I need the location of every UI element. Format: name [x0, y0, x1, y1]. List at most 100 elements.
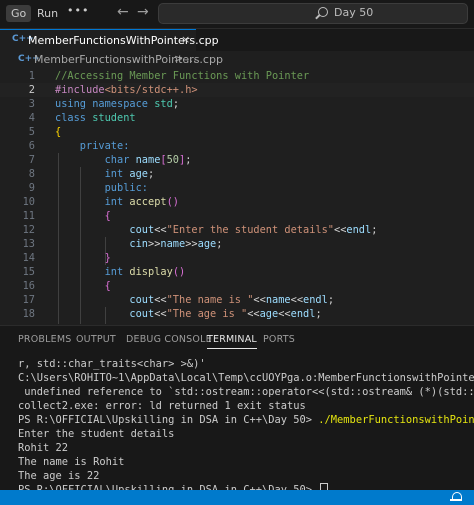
code-token: //Accessing Member Functions with Pointe… — [55, 70, 310, 82]
code-line[interactable]: 2 #include<bits/stdc++.h> — [0, 83, 474, 97]
code-text: { — [55, 209, 111, 223]
terminal-output[interactable]: r, std::char_traits<char> >&)' C:\Users\R… — [0, 357, 474, 491]
line-number: 1 — [28, 70, 35, 82]
code-token: ; — [172, 98, 180, 110]
code-token: age — [197, 238, 217, 250]
code-line[interactable]: 14 } — [0, 251, 474, 265]
line-number: 3 — [28, 98, 35, 110]
breadcrumb-more[interactable]: ... — [186, 52, 197, 65]
code-token: endl — [303, 294, 328, 306]
code-token: << — [253, 294, 266, 306]
code-token: ; — [371, 224, 378, 236]
line-number: 15 — [22, 266, 35, 278]
code-token: << — [247, 308, 260, 320]
tab-ports[interactable]: PORTS — [263, 334, 295, 345]
code-line[interactable]: 10 int accept() — [0, 195, 474, 209]
code-token: ; — [185, 154, 192, 166]
code-token: int — [55, 168, 130, 180]
status-bar — [0, 490, 474, 505]
code-line[interactable]: 4 class student — [0, 111, 474, 125]
command-center-search[interactable]: Day 50 — [158, 3, 468, 24]
code-token: { — [55, 126, 62, 138]
code-token: << — [334, 224, 347, 236]
code-line[interactable]: 17 cout<<"The name is "<<name<<endl; — [0, 293, 474, 307]
code-token: { — [55, 280, 111, 292]
tab-member-functions-with-pointers[interactable]: C++ MemberFunctionsWithPointers.cpp × — [0, 29, 219, 52]
terminal-text: r, std::char_traits<char> >&)' — [18, 358, 206, 370]
code-line[interactable]: 13 cin>>name>>age; — [0, 237, 474, 251]
code-token: endl — [290, 308, 316, 320]
line-number: 18 — [22, 308, 35, 320]
code-token: class — [55, 112, 93, 124]
line-number: 2 — [28, 84, 35, 96]
code-token: int — [55, 266, 130, 278]
code-token: name — [135, 154, 161, 166]
more-menu-icon[interactable]: ••• — [62, 2, 94, 19]
tab-terminal[interactable]: TERMINAL — [207, 334, 257, 349]
go-menu[interactable]: Go — [6, 5, 32, 22]
code-line[interactable]: 16 { — [0, 279, 474, 293]
tab-debug-console[interactable]: DEBUG CONSOLE — [126, 334, 212, 345]
line-number: 6 — [28, 140, 35, 152]
code-text: #include<bits/stdc++.h> — [55, 83, 198, 97]
code-line[interactable]: 6 private: — [0, 139, 474, 153]
code-text: class student — [55, 111, 136, 125]
code-token: "Enter the student details" — [166, 224, 334, 236]
line-number: 13 — [22, 238, 35, 250]
code-token: { — [55, 210, 111, 222]
code-token: cout — [55, 294, 155, 306]
terminal-line: The name is Rohit — [18, 455, 124, 469]
terminal-line: undefined reference to `std::ostream::op… — [18, 385, 474, 399]
code-token: 50 — [166, 154, 180, 166]
back-arrow-icon[interactable]: ← — [117, 4, 129, 20]
terminal-line: r, std::char_traits<char> >&)' — [18, 357, 206, 371]
breadcrumb-separator: > — [174, 52, 184, 65]
code-line[interactable]: 9 public: — [0, 181, 474, 195]
code-line[interactable]: 5{ — [0, 125, 474, 139]
tab-output[interactable]: OUTPUT — [76, 334, 116, 345]
code-token: #include — [55, 84, 105, 96]
code-line[interactable]: 8 int age; — [0, 167, 474, 181]
breadcrumb: C++ MemberFunctionswithPointers.cpp > ..… — [0, 51, 474, 69]
terminal-line: Rohit 22 — [18, 441, 68, 455]
line-number: 17 — [22, 294, 35, 306]
code-line[interactable]: 3 using namespace std; — [0, 97, 474, 111]
code-line[interactable]: 1 //Accessing Member Functions with Point… — [0, 69, 474, 83]
bottom-panel: PROBLEMS OUTPUT DEBUG CONSOLE TERMINAL P… — [0, 325, 474, 491]
code-token: ; — [148, 168, 155, 180]
code-token: <bits/stdc++.h> — [104, 84, 198, 96]
close-tab-icon[interactable]: × — [181, 33, 190, 46]
code-text: //Accessing Member Functions with Pointe… — [55, 69, 309, 83]
code-token: accept — [129, 196, 167, 208]
terminal-line: C:\Users\ROHITO~1\AppData\Local\Temp\ccU… — [18, 371, 474, 385]
code-text: } — [55, 251, 111, 265]
bell-icon[interactable] — [450, 492, 462, 501]
forward-arrow-icon[interactable]: → — [137, 4, 149, 20]
code-token: << — [278, 308, 291, 320]
code-text: cout<<"Enter the student details"<<endl; — [55, 223, 377, 237]
terminal-text: ./MemberFunctionswithPointers.exe — [318, 414, 474, 426]
code-line[interactable]: 11 { — [0, 209, 474, 223]
terminal-text: collect2.exe: error: ld returned 1 exit … — [18, 400, 306, 412]
line-number: 11 — [22, 210, 35, 222]
code-line[interactable]: 18 cout<<"The age is "<<age<<endl; — [0, 307, 474, 321]
code-token: std — [154, 98, 173, 110]
run-menu[interactable]: Run — [32, 5, 63, 22]
code-token: } — [55, 252, 111, 264]
code-text: char name[50]; — [55, 153, 192, 167]
tab-problems[interactable]: PROBLEMS — [18, 334, 71, 345]
line-number: 16 — [22, 280, 35, 292]
code-text: using namespace std; — [55, 97, 179, 111]
code-line[interactable]: 12 cout<<"Enter the student details"<<en… — [0, 223, 474, 237]
editor-tab-bar: C++ MemberFunctionsWithPointers.cpp × — [0, 29, 474, 52]
code-text: cout<<"The age is "<<age<<endl; — [55, 307, 321, 321]
code-text: cout<<"The name is "<<name<<endl; — [55, 293, 334, 307]
code-token: "The name is " — [166, 294, 254, 306]
code-line[interactable]: 15 int display() — [0, 265, 474, 279]
code-token: name — [160, 238, 186, 250]
code-editor[interactable]: 1 //Accessing Member Functions with Point… — [0, 69, 474, 324]
code-line[interactable]: 7 char name[50]; — [0, 153, 474, 167]
code-token: >> — [185, 238, 198, 250]
line-number: 10 — [22, 196, 35, 208]
code-token: () — [166, 196, 180, 208]
